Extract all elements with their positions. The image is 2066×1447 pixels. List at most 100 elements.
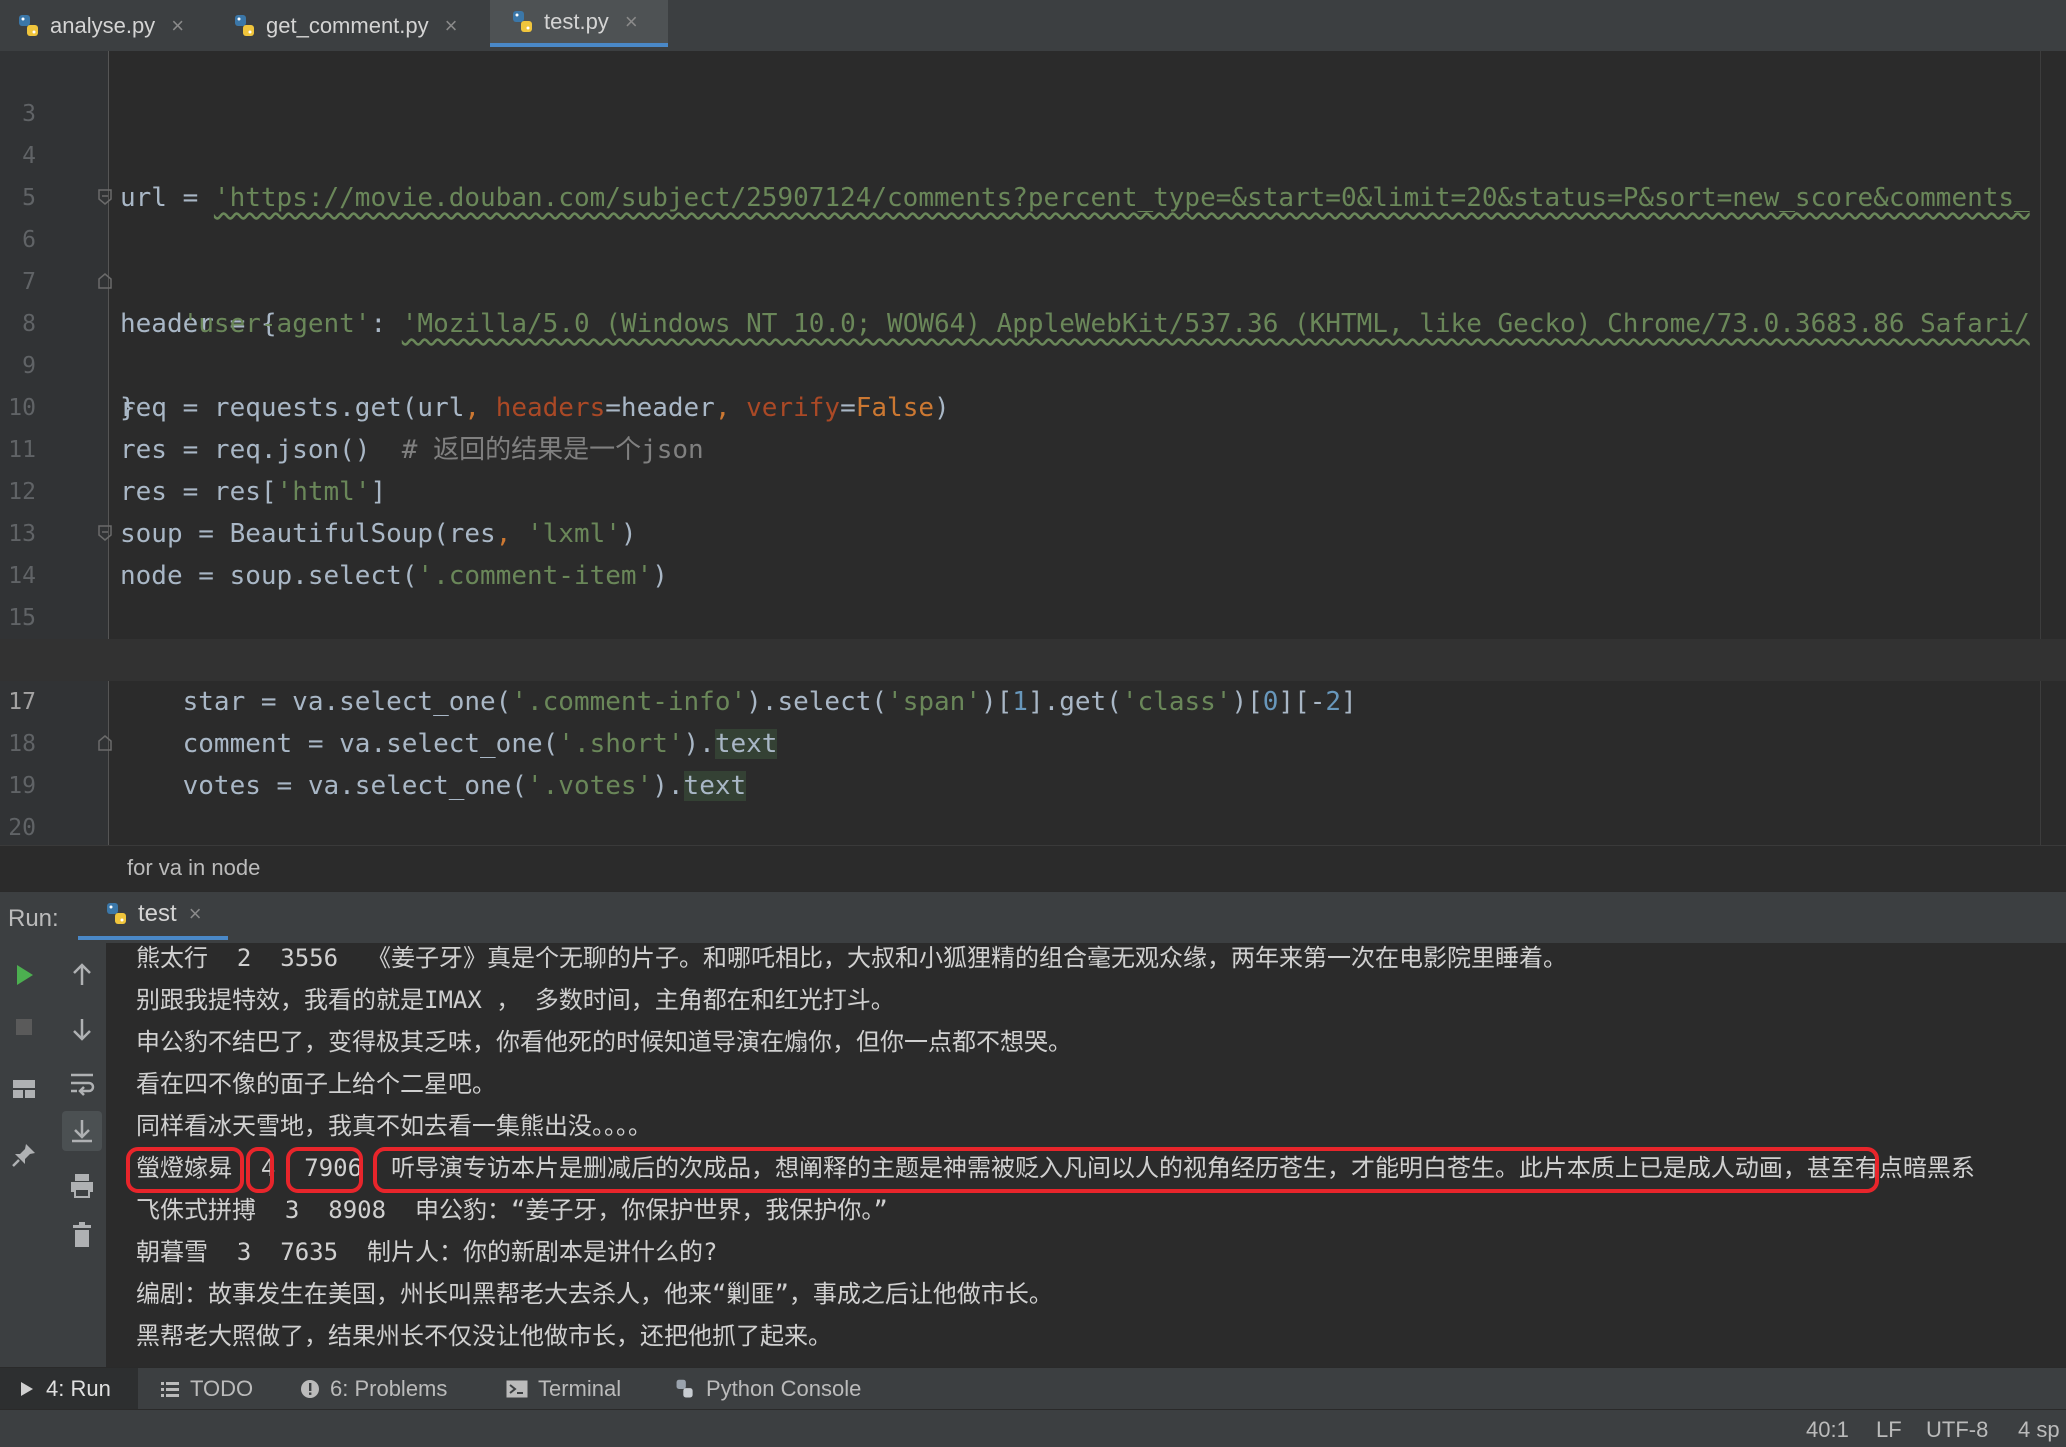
fold-icon[interactable]: [98, 735, 112, 751]
tool-tab-run[interactable]: 4: Run: [0, 1368, 138, 1410]
tab-test-py[interactable]: test.py ×: [490, 0, 668, 47]
play-icon: [17, 965, 33, 985]
annotation-box-comment: [373, 1147, 1879, 1193]
code-line[interactable]: 9 req = requests.get(url, headers=header…: [0, 303, 2066, 423]
python-file-icon: [510, 9, 536, 35]
console-line: 编剧：故事发生在美国，州长叫黑帮老大去杀人，他来“剿匪”，事成之后让他做市长。: [136, 1280, 1053, 1308]
close-tab-icon[interactable]: ×: [625, 9, 638, 35]
code-line[interactable]: 8 }: [0, 261, 2066, 423]
clear-all-button[interactable]: [62, 1215, 102, 1255]
code-line[interactable]: 18 votes = va.select_one('.votes').text: [0, 681, 2066, 801]
tool-tab-terminal[interactable]: Terminal: [506, 1368, 621, 1410]
console-line: 别跟我提特效，我看的就是IMAX ， 多数时间，主角都在和红光打斗。: [136, 986, 895, 1014]
annotation-box-star: [246, 1147, 274, 1193]
tab-label: analyse.py: [50, 12, 156, 38]
python-file-icon: [232, 13, 258, 39]
tool-tab-todo[interactable]: TODO: [160, 1368, 253, 1410]
code-line[interactable]: 4 url = 'https://movie.douban.com/subjec…: [0, 93, 2066, 213]
scroll-down-button[interactable]: [62, 1009, 102, 1049]
line-separator[interactable]: LF: [1876, 1417, 1902, 1443]
fold-icon[interactable]: [98, 273, 112, 289]
tool-window-bar: 4: Run TODO 6: Problems Terminal Python …: [0, 1367, 2066, 1410]
run-tab-test[interactable]: test ×: [78, 892, 228, 940]
rerun-button[interactable]: [4, 955, 44, 995]
annotation-box-votes: [286, 1147, 363, 1193]
fold-icon[interactable]: [98, 525, 112, 541]
code-line[interactable]: 12 soup = BeautifulSoup(res, 'lxml'): [0, 429, 2066, 549]
code-line[interactable]: 19 print(name, star, votes, comment): [0, 723, 2066, 885]
code-line[interactable]: 14 for va in node:: [0, 513, 2066, 675]
code-line[interactable]: 20: [0, 765, 2066, 841]
close-tab-icon[interactable]: ×: [171, 13, 184, 39]
python-icon: [104, 901, 130, 927]
run-toolbar: [0, 943, 106, 1367]
fold-icon[interactable]: [98, 189, 112, 205]
tab-label: get_comment.py: [266, 12, 429, 38]
indent-setting[interactable]: 4 sp: [2018, 1417, 2060, 1443]
code-line[interactable]: 15 name = va.a.get('title'): [0, 555, 2066, 675]
code-line[interactable]: 7 'user-agent': 'Mozilla/5.0 (Windows NT…: [0, 219, 2066, 339]
tool-tab-problems[interactable]: 6: Problems: [300, 1368, 447, 1410]
line-number: 20: [8, 815, 36, 841]
tab-label: test.py: [544, 8, 609, 34]
tool-tab-label: 6: Problems: [330, 1376, 448, 1401]
console-line: 黑帮老大照做了，结果州长不仅没让他做市长，还把他抓了起来。: [136, 1322, 832, 1350]
run-label: Run:: [8, 905, 59, 932]
code-line[interactable]: 16 star = va.select_one('.comment-info')…: [0, 597, 2066, 717]
console-line: 看在四不像的面子上给个二星吧。: [136, 1070, 496, 1098]
current-code-line[interactable]: 17 comment = va.select_one('.short').tex…: [0, 639, 2066, 759]
arrow-up-icon: [73, 963, 91, 985]
code-line[interactable]: 6 header = {: [0, 177, 2066, 339]
layout-icon: [13, 1080, 35, 1098]
console-line: 同样看冰天雪地，我真不如去看一集熊出没。。。。: [136, 1112, 652, 1140]
console-line: 申公豹不结巴了，变得极其乏味，你看他死的时候知道导演在煽你，但你一点都不想哭。: [136, 1028, 1072, 1056]
run-console-output[interactable]: 熊太行 2 3556 《姜子牙》真是个无聊的片子。和哪吒相比，大叔和小狐狸精的组…: [106, 943, 2066, 1367]
stop-button[interactable]: [4, 1007, 44, 1047]
console-line: 飞侏式拼搏 3 8908 申公豹：“姜子牙，你保护世界，我保护你。”: [136, 1196, 888, 1224]
print-button[interactable]: [62, 1165, 102, 1205]
code-line[interactable]: 3: [0, 51, 2066, 127]
scroll-up-button[interactable]: [62, 955, 102, 995]
file-encoding[interactable]: UTF-8: [1926, 1417, 1988, 1443]
pin-button[interactable]: [4, 1135, 44, 1175]
info-icon: [300, 1379, 320, 1399]
soft-wrap-icon: [71, 1073, 95, 1096]
python-file-icon: [16, 13, 42, 39]
code-line[interactable]: 13 node = soup.select('.comment-item'): [0, 471, 2066, 591]
print-icon: [71, 1174, 93, 1198]
tab-get-comment-py[interactable]: get_comment.py ×: [232, 0, 458, 51]
code-line[interactable]: 5: [0, 135, 2066, 211]
editor-tab-bar: analyse.py × get_comment.py × test.py ×: [0, 0, 2066, 52]
tab-analyse-py[interactable]: analyse.py ×: [16, 0, 184, 51]
annotation-box-name: [126, 1147, 244, 1193]
stop-icon: [16, 1019, 32, 1035]
tool-tab-label: Python Console: [706, 1376, 862, 1401]
cursor-position[interactable]: 40:1: [1806, 1417, 1849, 1443]
python-icon: [674, 1378, 696, 1400]
layout-button[interactable]: [4, 1069, 44, 1109]
arrow-down-icon: [73, 1019, 91, 1041]
code-line[interactable]: 10 res = req.json() # 返回的结果是一个json: [0, 345, 2066, 465]
run-tool-window-header: Run: test ×: [0, 891, 2066, 945]
console-line: 朝暮雪 3 7635 制片人：你的新剧本是讲什么的?: [136, 1238, 718, 1266]
trash-icon: [73, 1222, 91, 1247]
breadcrumb-item[interactable]: for va in node: [127, 855, 260, 881]
tool-tab-python-console[interactable]: Python Console: [674, 1368, 861, 1410]
breadcrumb[interactable]: for va in node: [0, 845, 2066, 892]
tool-tab-label: TODO: [190, 1376, 254, 1401]
tool-tab-label: Terminal: [538, 1376, 622, 1401]
console-line: 熊太行 2 3556 《姜子牙》真是个无聊的片子。和哪吒相比，大叔和小狐狸精的组…: [136, 944, 1567, 972]
pin-icon: [12, 1144, 35, 1167]
scroll-to-end-button[interactable]: [62, 1111, 102, 1151]
run-tab-label: test: [138, 900, 177, 927]
terminal-icon: [506, 1380, 528, 1398]
tool-tab-label: 4: Run: [46, 1376, 111, 1401]
soft-wrap-button[interactable]: [62, 1063, 102, 1103]
play-icon: [18, 1380, 36, 1398]
close-tab-icon[interactable]: ×: [445, 13, 458, 39]
code-editor[interactable]: 3 4 url = 'https://movie.douban.com/subj…: [0, 51, 2066, 885]
close-tab-icon[interactable]: ×: [189, 901, 202, 927]
code-line[interactable]: 11 res = res['html']: [0, 387, 2066, 507]
list-icon: [160, 1380, 180, 1398]
scroll-to-end-icon: [72, 1120, 92, 1143]
